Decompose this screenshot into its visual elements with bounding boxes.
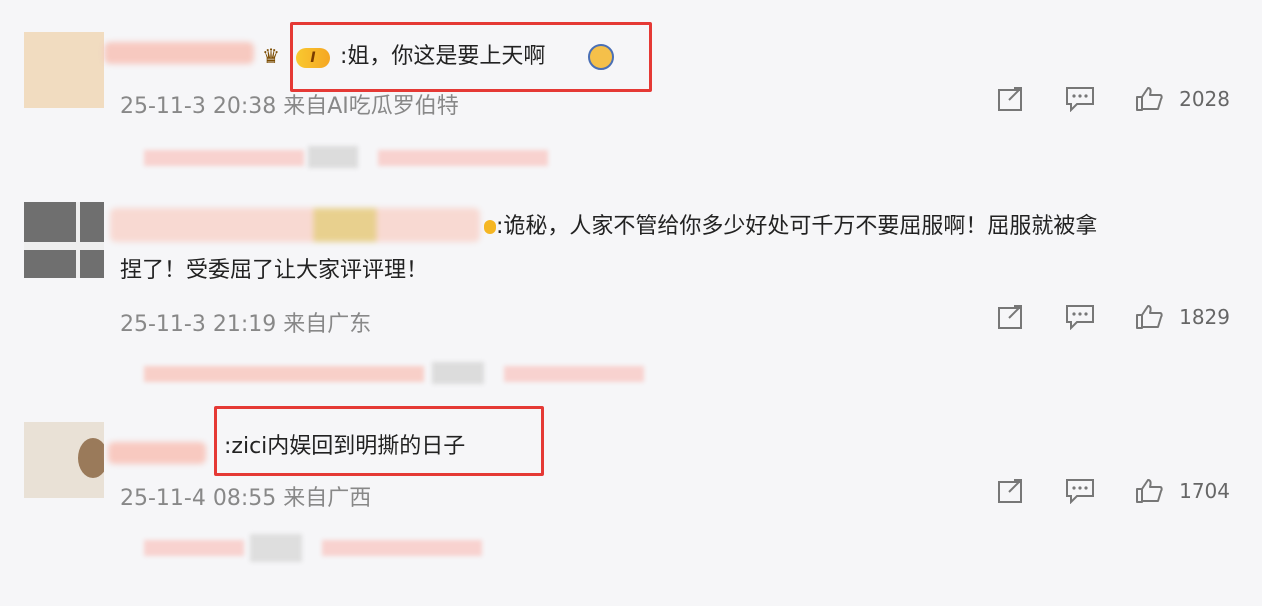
like-button[interactable]: 1704 <box>1135 478 1230 504</box>
username-blurred[interactable] <box>104 42 254 64</box>
comment-item-2: :诡秘，人家不管给你多少好处可千万不要屈服啊！屈服就被拿 捏了！受委屈了让大家评… <box>0 190 1262 400</box>
reply-preview-blurred <box>432 362 484 384</box>
share-icon <box>998 305 1023 329</box>
reply-preview-blurred <box>378 150 548 166</box>
like-button[interactable]: 2028 <box>1135 86 1230 112</box>
share-icon <box>998 479 1023 503</box>
like-icon <box>1136 479 1163 503</box>
comment-meta: 25-11-3 21:19 来自广东 <box>120 312 372 337</box>
reply-preview-blurred <box>504 366 644 382</box>
comment-actions: 2028 <box>957 86 1230 112</box>
comment-icon <box>1066 87 1095 112</box>
like-icon <box>1136 87 1163 111</box>
username-blurred[interactable] <box>108 442 206 464</box>
reply-preview-blurred <box>144 540 244 556</box>
share-icon <box>998 87 1023 111</box>
share-button[interactable] <box>997 304 1025 330</box>
reply-preview-blurred <box>144 150 304 166</box>
comment-icon <box>1066 305 1095 330</box>
avatar[interactable] <box>24 202 104 278</box>
avatar[interactable] <box>24 422 104 498</box>
comment-text: :诡秘，人家不管给你多少好处可千万不要屈服啊！屈服就被拿 <box>496 214 1098 239</box>
comment-actions: 1704 <box>957 478 1230 504</box>
comment-button[interactable] <box>1065 304 1095 330</box>
comment-icon <box>1066 479 1095 504</box>
comment-meta: 25-11-3 20:38 来自AI吃瓜罗伯特 <box>120 94 459 119</box>
like-button[interactable]: 1829 <box>1135 304 1230 330</box>
comment-item-1: ♛ I :姐，你这是要上天啊 25-11-3 20:38 来自AI吃瓜罗伯特 2… <box>0 0 1262 190</box>
badge-icon <box>484 220 496 234</box>
reply-preview-blurred <box>308 146 358 168</box>
comment-text: 捏了！受委屈了让大家评评理！ <box>120 258 429 283</box>
comment-actions: 1829 <box>957 304 1230 330</box>
like-count: 1704 <box>1179 479 1230 503</box>
reply-preview-blurred <box>322 540 482 556</box>
comment-button[interactable] <box>1065 86 1095 112</box>
like-count: 1829 <box>1179 305 1230 329</box>
share-button[interactable] <box>997 478 1025 504</box>
comment-button[interactable] <box>1065 478 1095 504</box>
like-count: 2028 <box>1179 87 1230 111</box>
crown-icon: ♛ <box>262 44 280 68</box>
highlight-box <box>214 406 544 476</box>
reply-preview-blurred <box>144 366 424 382</box>
avatar[interactable] <box>24 32 104 108</box>
highlight-box <box>290 22 652 92</box>
comment-meta: 25-11-4 08:55 来自广西 <box>120 486 372 511</box>
username-blurred[interactable] <box>110 208 480 242</box>
share-button[interactable] <box>997 86 1025 112</box>
comment-item-3: :zici内娱回到明撕的日子 25-11-4 08:55 来自广西 1704 <box>0 400 1262 606</box>
like-icon <box>1136 305 1163 329</box>
reply-preview-blurred <box>250 534 302 562</box>
